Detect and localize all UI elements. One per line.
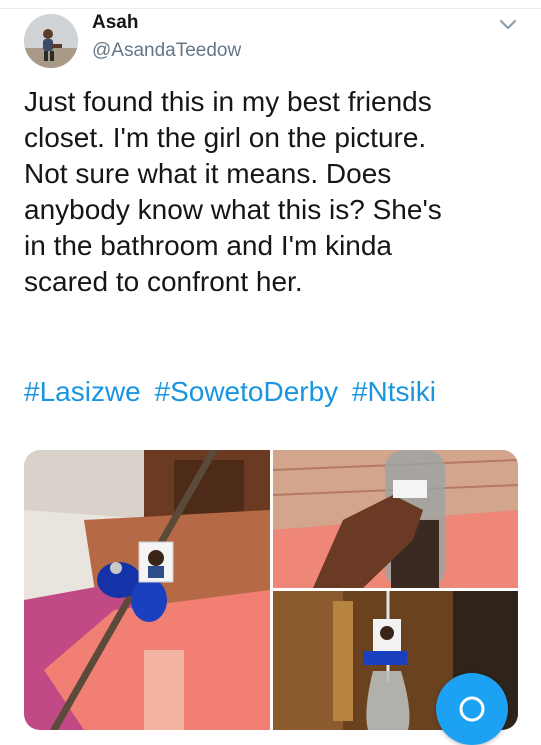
avatar-image (24, 14, 78, 68)
hashtag-lasizwe[interactable]: #Lasizwe (24, 376, 141, 407)
chevron-down-icon[interactable] (496, 12, 520, 36)
tweet-text: Just found this in my best friends close… (24, 86, 442, 297)
avatar[interactable] (24, 14, 78, 68)
compose-button[interactable] (436, 673, 508, 745)
media-photo-2[interactable] (273, 450, 518, 588)
compose-icon (459, 696, 485, 722)
author-handle[interactable]: @AsandaTeedow (92, 40, 241, 62)
hashtag-ntsiki[interactable]: #Ntsiki (352, 376, 436, 407)
author-name[interactable]: Asah (92, 12, 138, 34)
top-divider (0, 0, 541, 9)
media-photo-1[interactable] (24, 450, 270, 730)
hashtag-sowetoderby[interactable]: #SowetoDerby (155, 376, 339, 407)
hashtag-list: #Lasizwe #SowetoDerby #Ntsiki (24, 374, 524, 410)
